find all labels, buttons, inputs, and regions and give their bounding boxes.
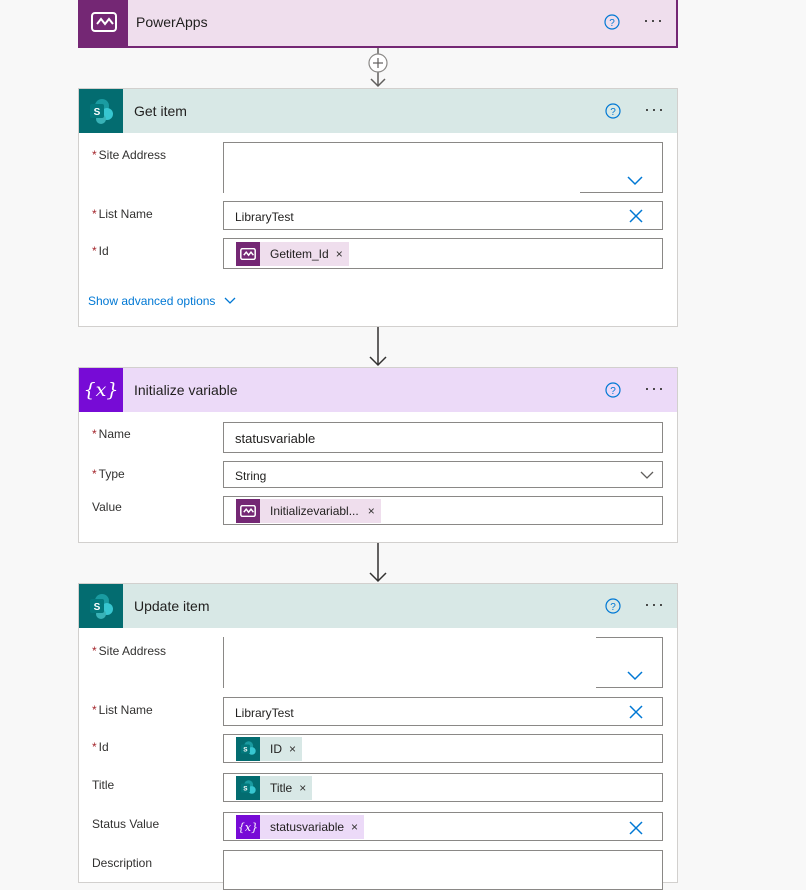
svg-text:S: S: [94, 602, 101, 613]
svg-text:?: ?: [610, 386, 616, 397]
more-options-button[interactable]: ···: [643, 11, 664, 29]
powerapps-icon: [236, 499, 260, 523]
chevron-down-icon[interactable]: [626, 669, 644, 681]
svg-text:?: ?: [609, 18, 615, 29]
list-name-combobox[interactable]: LibraryTest: [223, 697, 663, 726]
id-label: * Id: [92, 740, 109, 754]
get-item-card: S Get item ? ··· * Site Address * List Nam…: [78, 88, 678, 327]
update-item-header[interactable]: S Update item ? ···: [79, 584, 677, 628]
initialize-variable-card: {x} Initialize variable ? ··· * Name stat…: [78, 367, 678, 543]
clear-icon[interactable]: [629, 821, 643, 835]
site-address-label: * Site Address: [92, 644, 167, 658]
help-icon[interactable]: ?: [605, 382, 621, 398]
powerapps-title: PowerApps: [136, 14, 208, 30]
dynamic-content-token[interactable]: {x} statusvariable ×: [236, 815, 365, 839]
value-label: Value: [92, 500, 122, 514]
powerapps-header[interactable]: PowerApps ? ···: [80, 0, 676, 46]
variable-icon: {x}: [236, 815, 260, 839]
svg-text:S: S: [243, 747, 248, 754]
sharepoint-icon: S: [236, 737, 260, 761]
status-value-label: Status Value: [92, 817, 160, 831]
list-name-value: LibraryTest: [235, 706, 294, 720]
remove-token-button[interactable]: ×: [351, 820, 358, 834]
initialize-variable-header[interactable]: {x} Initialize variable ? ···: [79, 368, 677, 412]
remove-token-button[interactable]: ×: [299, 781, 306, 795]
list-name-combobox[interactable]: LibraryTest: [223, 201, 663, 230]
add-step-connector[interactable]: [362, 48, 394, 90]
token-label: Title: [270, 781, 293, 795]
help-icon[interactable]: ?: [605, 598, 621, 614]
remove-token-button[interactable]: ×: [368, 504, 375, 518]
update-item-card: S Update item ? ··· * Site Address * List …: [78, 583, 678, 890]
id-input[interactable]: S ID ×: [223, 734, 663, 763]
dynamic-content-token[interactable]: S Title ×: [236, 776, 313, 800]
step-connector-arrow: [369, 543, 387, 583]
status-value-input[interactable]: {x} statusvariable ×: [223, 812, 663, 841]
clear-icon[interactable]: [629, 705, 643, 719]
id-input[interactable]: Getitem_Id ×: [223, 238, 663, 269]
remove-token-button[interactable]: ×: [336, 247, 343, 261]
site-address-combobox[interactable]: [223, 637, 663, 688]
type-label: * Type: [92, 467, 125, 481]
list-name-value: LibraryTest: [235, 210, 294, 224]
description-input[interactable]: [223, 850, 663, 890]
dynamic-content-token[interactable]: Initializevariabl... ×: [236, 499, 381, 523]
site-address-label: * Site Address: [92, 148, 167, 162]
variable-value-input[interactable]: Initializevariabl... ×: [223, 496, 663, 525]
chevron-down-icon: [640, 471, 654, 479]
token-label: Initializevariabl...: [270, 504, 359, 518]
svg-text:S: S: [94, 107, 101, 118]
type-value: String: [235, 469, 267, 483]
initialize-variable-title: Initialize variable: [134, 382, 238, 398]
help-icon[interactable]: ?: [605, 103, 621, 119]
variable-icon: {x}: [79, 368, 123, 412]
svg-text:S: S: [243, 786, 248, 793]
powerapps-trigger-card[interactable]: PowerApps ? ···: [78, 0, 678, 48]
variable-name-input[interactable]: statusvariable: [223, 422, 663, 453]
powerapps-icon: [236, 242, 260, 266]
show-advanced-options-link[interactable]: Show advanced options: [88, 294, 236, 308]
list-name-label: * List Name: [92, 207, 153, 221]
more-options-button[interactable]: ···: [644, 100, 665, 118]
site-address-top-gap: [224, 637, 596, 639]
get-item-header[interactable]: S Get item ? ···: [79, 89, 677, 133]
title-input[interactable]: S Title ×: [223, 773, 663, 802]
clear-icon[interactable]: [629, 209, 643, 223]
chevron-down-icon[interactable]: [626, 174, 644, 186]
site-address-underline-gap: [224, 191, 580, 193]
title-label: Title: [92, 778, 115, 792]
site-address-combobox[interactable]: [223, 142, 663, 193]
id-label: * Id: [92, 244, 109, 258]
token-label: Getitem_Id: [270, 247, 329, 261]
dynamic-content-token[interactable]: S ID ×: [236, 737, 303, 761]
help-icon[interactable]: ?: [604, 14, 620, 30]
chevron-down-icon: [224, 297, 236, 304]
more-options-button[interactable]: ···: [644, 595, 665, 613]
variable-name-value: statusvariable: [235, 431, 316, 446]
type-dropdown[interactable]: String: [223, 461, 663, 488]
get-item-title: Get item: [134, 103, 187, 119]
description-label: Description: [92, 856, 153, 870]
more-options-button[interactable]: ···: [644, 379, 665, 397]
sharepoint-icon: S: [79, 584, 123, 628]
update-item-title: Update item: [134, 598, 210, 614]
name-label: * Name: [92, 427, 131, 441]
list-name-label: * List Name: [92, 703, 153, 717]
dynamic-content-token[interactable]: Getitem_Id ×: [236, 242, 349, 266]
powerapps-icon: [80, 0, 128, 46]
svg-text:?: ?: [610, 602, 616, 613]
sharepoint-icon: S: [236, 776, 260, 800]
token-label: ID: [270, 742, 282, 756]
token-label: statusvariable: [270, 820, 345, 834]
site-address-underline-gap: [224, 686, 596, 688]
svg-text:?: ?: [610, 107, 616, 118]
remove-token-button[interactable]: ×: [289, 742, 296, 756]
sharepoint-icon: S: [79, 89, 123, 133]
step-connector-arrow: [369, 327, 387, 367]
